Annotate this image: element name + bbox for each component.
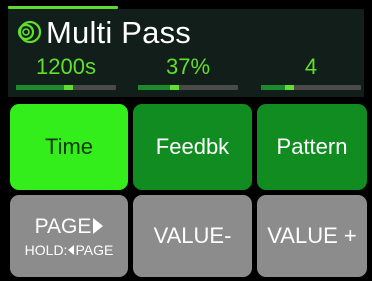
value-plus-button[interactable]: VALUE + (257, 195, 367, 277)
page-button[interactable]: PAGE HOLD: PAGE (10, 195, 128, 277)
arrow-left-icon (68, 244, 75, 255)
param-feedback-bar (138, 85, 238, 90)
value-plus-label: VALUE + (267, 223, 357, 248)
pattern-button-label: Pattern (276, 134, 348, 159)
param-feedback-bar-knob (170, 85, 179, 90)
page-button-main: PAGE (35, 216, 104, 237)
param-time-bar-knob (64, 85, 73, 90)
arrow-right-icon (93, 218, 104, 234)
param-time[interactable]: 1200s (16, 55, 116, 95)
param-pattern-bar-knob (285, 85, 294, 90)
time-button-label: Time (44, 134, 94, 159)
param-feedback-value: 37% (165, 54, 211, 79)
param-pattern-bar (261, 85, 361, 90)
value-minus-button[interactable]: VALUE- (133, 195, 252, 277)
feedbk-button[interactable]: Feedbk (133, 104, 252, 190)
param-strip: 1200s 37% 4 (8, 55, 364, 95)
param-feedback[interactable]: 37% (138, 55, 238, 95)
param-time-bar-fill (16, 85, 64, 90)
param-pattern-value: 4 (304, 54, 318, 79)
feedbk-button-label: Feedbk (155, 134, 230, 159)
param-pattern[interactable]: 4 (261, 55, 361, 95)
param-time-bar (16, 85, 116, 90)
value-minus-label: VALUE- (153, 223, 232, 248)
title-row: Multi Pass (14, 13, 191, 51)
page-button-label: PAGE (34, 214, 92, 238)
page-hold-prefix: HOLD: (24, 241, 68, 258)
param-time-value: 1200s (36, 54, 96, 79)
header-panel: Multi Pass 1200s 37% 4 (8, 9, 364, 97)
page-hold-label: PAGE (75, 241, 114, 258)
screen: Multi Pass 1200s 37% 4 Time Feedbk Patte… (0, 0, 372, 281)
pattern-button[interactable]: Pattern (257, 104, 367, 190)
time-button[interactable]: Time (10, 104, 128, 190)
param-feedback-bar-fill (138, 85, 170, 90)
double-ring-icon (14, 18, 42, 46)
param-pattern-bar-fill (261, 85, 285, 90)
page-button-hold: HOLD: PAGE (25, 243, 114, 257)
page-title: Multi Pass (46, 14, 191, 50)
